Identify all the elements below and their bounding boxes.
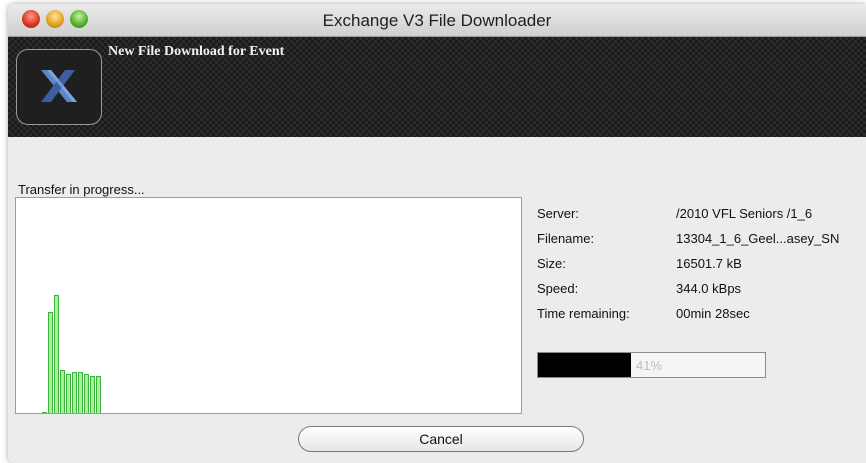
- window-title: Exchange V3 File Downloader: [322, 11, 552, 30]
- transfer-speed-graph: [15, 197, 522, 414]
- title-bar[interactable]: Exchange V3 File Downloader: [8, 4, 866, 37]
- speed-graph-bar: [72, 372, 77, 413]
- info-value: 00min 28sec: [676, 306, 750, 321]
- speed-graph-bar: [60, 370, 65, 413]
- banner-title: New File Download for Event: [108, 44, 285, 59]
- info-label: Server:: [537, 206, 579, 221]
- info-label: Size:: [537, 256, 566, 271]
- speed-graph-bar: [42, 412, 47, 413]
- exchange-logo-icon: [16, 49, 102, 125]
- speed-graph-bar: [84, 374, 89, 413]
- speed-graph-bar: [48, 312, 53, 413]
- header-banner: New File Download for Event: [8, 37, 866, 137]
- progress-fill: [538, 353, 632, 377]
- downloader-window: Exchange V3 File Downloader New File Dow…: [8, 4, 866, 463]
- speed-graph-bar: [96, 376, 101, 413]
- speed-graph-bar: [78, 372, 83, 413]
- progress-percent: 41%: [636, 358, 663, 373]
- info-value: 16501.7 kB: [676, 256, 742, 271]
- speed-graph-bar: [54, 295, 59, 413]
- info-value: /2010 VFL Seniors /1_6: [676, 206, 813, 221]
- info-label: Time remaining:: [537, 306, 630, 321]
- status-text: Transfer in progress...: [18, 182, 145, 197]
- info-value: 13304_1_6_Geel...asey_SN: [676, 231, 840, 246]
- speed-graph-bar: [90, 376, 95, 413]
- speed-graph-bar: [66, 374, 71, 413]
- download-progress-bar: 41%: [537, 352, 766, 378]
- info-value: 344.0 kBps: [676, 281, 742, 296]
- info-label: Speed:: [537, 281, 579, 296]
- cancel-button[interactable]: Cancel: [298, 426, 584, 452]
- info-label: Filename:: [537, 231, 595, 246]
